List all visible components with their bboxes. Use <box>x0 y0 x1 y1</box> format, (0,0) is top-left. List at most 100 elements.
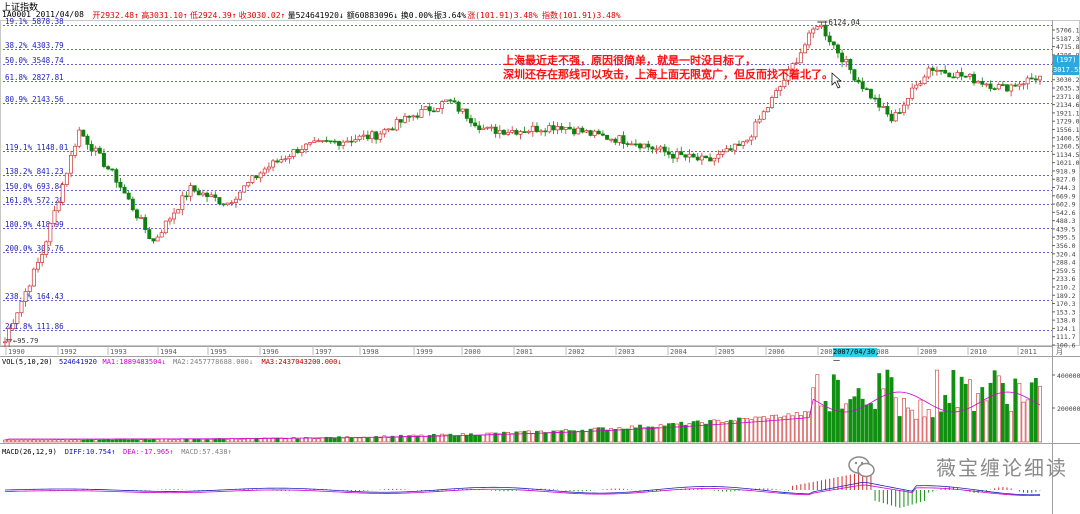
volume-bar <box>497 433 502 443</box>
candle-body <box>881 106 886 108</box>
macd-bars-group <box>8 470 1041 508</box>
price-tick-label: 1729.0 <box>1056 118 1080 126</box>
year-tick-label: 1999 <box>416 348 433 356</box>
candle-body <box>501 129 506 135</box>
volume-bar <box>448 433 453 443</box>
price-tick-label: 259.5 <box>1056 267 1076 275</box>
candle-body <box>897 112 902 114</box>
candle-body <box>827 35 832 43</box>
price-tick-label: 1260.5 <box>1056 143 1080 151</box>
volume-bar <box>514 431 519 443</box>
macd-header-item: DEA:-17.965↑ <box>123 448 174 456</box>
volume-bar <box>939 411 943 443</box>
candle-body <box>217 197 222 205</box>
volume-bar <box>97 439 102 443</box>
volume-bar <box>209 439 214 443</box>
candle-body <box>390 128 395 131</box>
volume-bar <box>341 437 346 443</box>
volume-bar <box>716 419 721 443</box>
candle-body <box>1013 84 1018 87</box>
candle-body <box>737 143 741 146</box>
price-tick-label: 2635.3 <box>1056 85 1080 93</box>
candle-body <box>765 107 770 113</box>
candle-body <box>452 100 457 103</box>
volume-bar <box>906 407 910 443</box>
candle-body <box>316 140 321 142</box>
mouse-cursor-icon <box>831 72 842 89</box>
volume-bar <box>151 438 156 443</box>
candle-body <box>926 67 931 78</box>
volume-bar <box>576 431 581 443</box>
candle-body <box>967 74 972 77</box>
price-tick-label: 1400.5 <box>1056 134 1080 142</box>
volume-bar <box>168 439 172 443</box>
volume-bar <box>403 436 407 443</box>
macd-header-item: MACD(26,12,9) <box>2 448 57 456</box>
volume-bar <box>642 427 647 443</box>
candle-body <box>196 190 201 196</box>
candle-body <box>481 127 486 130</box>
price-tick-label: 488.3 <box>1056 217 1076 225</box>
candle-body <box>567 126 572 130</box>
volume-bar <box>811 387 816 443</box>
volume-bar <box>704 423 708 443</box>
volume-bar <box>584 430 589 443</box>
volume-bar <box>1013 378 1018 443</box>
volume-bar <box>798 415 803 443</box>
volume-bar <box>370 436 374 443</box>
price-tick-label: 4715.8 <box>1056 43 1080 51</box>
fib-label: 238.2% 164.43 <box>5 292 64 301</box>
candle-body <box>530 125 535 132</box>
volume-bar <box>840 408 844 443</box>
candle-body <box>609 138 614 141</box>
price-tick-label: 320.4 <box>1056 250 1076 258</box>
candle-body <box>988 83 993 89</box>
candle-body <box>370 131 374 140</box>
candle-body <box>720 151 725 155</box>
volume-bar <box>897 416 902 443</box>
candle-body <box>200 192 205 196</box>
candle-body <box>972 74 976 84</box>
candle-body <box>621 135 626 144</box>
volume-bar <box>180 438 185 443</box>
volume-bar <box>605 429 609 443</box>
candle-body <box>308 142 313 145</box>
candle-body <box>534 125 539 133</box>
candle-body <box>40 254 45 263</box>
candle-body <box>275 160 280 163</box>
candle-body <box>778 86 783 92</box>
volume-bar <box>332 437 337 443</box>
candle-body <box>699 155 704 161</box>
candle-body <box>728 148 733 151</box>
candle-body <box>258 172 263 179</box>
candle-body <box>761 111 766 120</box>
candle-body <box>130 198 135 211</box>
volume-bar <box>398 434 403 443</box>
volume-bar <box>464 434 469 443</box>
volume-bar <box>436 435 440 443</box>
volume-header-item: MA2:2457778688.000↓ <box>173 358 253 366</box>
volume-bar <box>27 439 32 443</box>
volume-bar <box>201 438 205 443</box>
price-tick-label: 189.2 <box>1056 292 1076 300</box>
candle-body <box>1000 84 1005 86</box>
volume-bar <box>848 399 853 443</box>
price-tick-label: 395.5 <box>1056 234 1076 242</box>
candle-body <box>52 210 57 224</box>
volume-bar <box>69 439 73 443</box>
candle-body <box>155 236 160 242</box>
candle-body <box>864 88 869 91</box>
candle-body <box>386 128 391 131</box>
candle-body <box>473 122 478 127</box>
volume-bar <box>968 379 972 443</box>
candle-body <box>823 24 828 37</box>
x-unit-label: 月 <box>1056 348 1063 356</box>
candle-body <box>295 149 300 153</box>
candle-body <box>868 88 873 99</box>
candle-body <box>543 130 548 133</box>
volume-bar <box>625 428 630 443</box>
volume-bar <box>737 417 741 443</box>
candle-body <box>19 301 24 314</box>
year-tick-label: 1995 <box>210 348 227 356</box>
peak-label: 6124.04 <box>828 18 860 27</box>
